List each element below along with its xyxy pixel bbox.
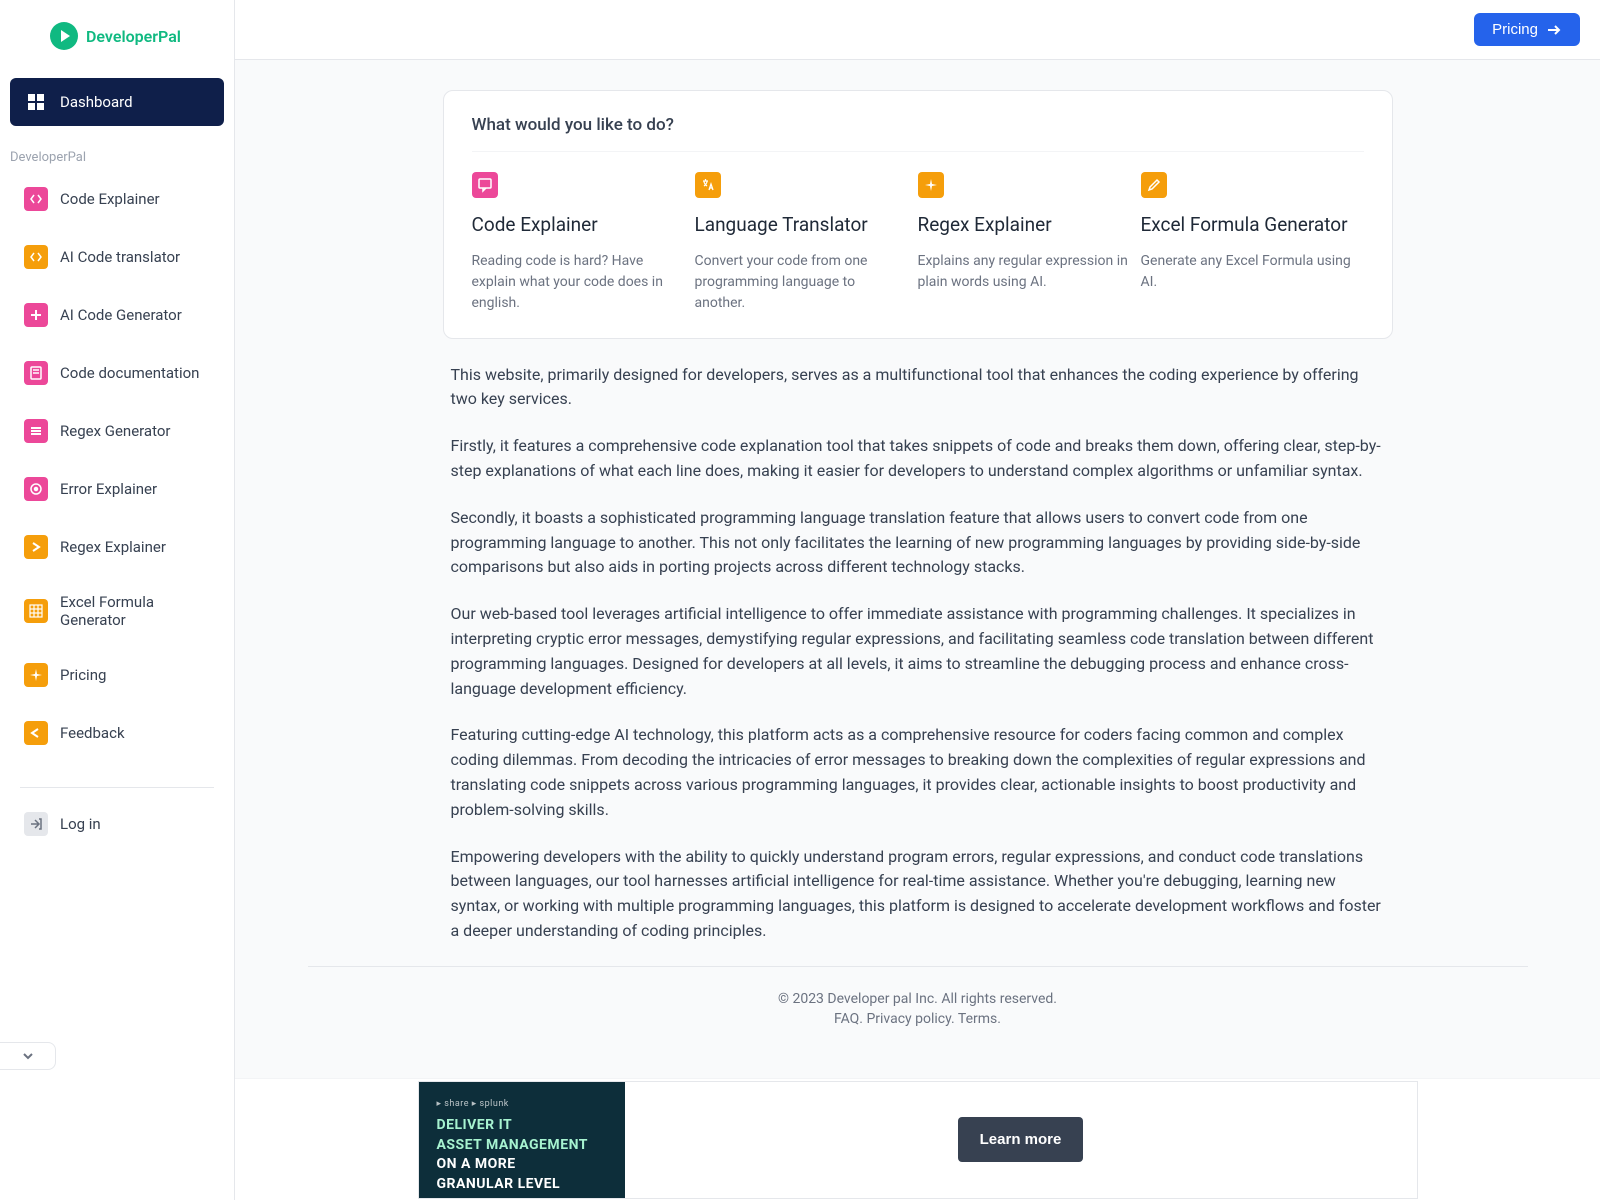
error-explainer-icon xyxy=(24,477,48,501)
footer-faq-link[interactable]: FAQ xyxy=(834,1011,859,1027)
features-card: What would you like to do? Code Explaine… xyxy=(443,90,1393,339)
ad-banner: ▸ share ▸ splunk DELIVER IT ASSET MANAGE… xyxy=(235,1078,1600,1200)
nav-pricing[interactable]: Pricing xyxy=(10,651,224,699)
pricing-icon xyxy=(24,663,48,687)
nav-label: AI Code Generator xyxy=(60,306,182,324)
nav-label: Regex Generator xyxy=(60,422,171,440)
chat-icon xyxy=(472,172,498,198)
nav-label: Excel Formula Generator xyxy=(60,593,210,629)
documentation-icon xyxy=(24,361,48,385)
ad-inner[interactable]: ▸ share ▸ splunk DELIVER IT ASSET MANAGE… xyxy=(418,1081,1418,1199)
feature-title: Excel Formula Generator xyxy=(1141,212,1354,239)
nav-label: Regex Explainer xyxy=(60,538,166,556)
nav-label: Code Explainer xyxy=(60,190,160,208)
nav-dashboard[interactable]: Dashboard xyxy=(10,78,224,126)
nav-label: Pricing xyxy=(60,666,106,684)
nav-error-explainer[interactable]: Error Explainer xyxy=(10,465,224,513)
feature-title: Code Explainer xyxy=(472,212,685,239)
feature-desc: Explains any regular expression in plain… xyxy=(918,251,1131,293)
feature-desc: Convert your code from one programming l… xyxy=(695,251,908,314)
code-translator-icon xyxy=(24,245,48,269)
topbar: Pricing xyxy=(235,0,1600,60)
nav-label: AI Code translator xyxy=(60,248,180,266)
nav-code-explainer[interactable]: Code Explainer xyxy=(10,175,224,223)
nav-regex-generator[interactable]: Regex Generator xyxy=(10,407,224,455)
login-icon xyxy=(24,812,48,836)
copyright: © 2023 Developer pal Inc. All rights res… xyxy=(308,991,1528,1007)
nav-label: Error Explainer xyxy=(60,480,157,498)
code-explainer-icon xyxy=(24,187,48,211)
regex-generator-icon xyxy=(24,419,48,443)
pencil-icon xyxy=(1141,172,1167,198)
feature-desc: Reading code is hard? Have explain what … xyxy=(472,251,685,314)
divider xyxy=(20,787,214,788)
chevron-down-icon xyxy=(20,1048,36,1064)
paragraph: This website, primarily designed for dev… xyxy=(451,363,1385,413)
pricing-label: Pricing xyxy=(1492,21,1538,38)
feature-desc: Generate any Excel Formula using AI. xyxy=(1141,251,1354,293)
description-paragraphs: This website, primarily designed for dev… xyxy=(443,363,1393,944)
paragraph: Secondly, it boasts a sophisticated prog… xyxy=(451,506,1385,580)
excel-icon xyxy=(24,599,48,623)
nav-login[interactable]: Log in xyxy=(10,800,224,848)
feature-title: Language Translator xyxy=(695,212,908,239)
main: Pricing What would you like to do? Code … xyxy=(235,0,1600,1200)
arrow-right-icon xyxy=(1546,22,1562,38)
translate-icon xyxy=(695,172,721,198)
nav-code-translator[interactable]: AI Code translator xyxy=(10,233,224,281)
feature-title: Regex Explainer xyxy=(918,212,1131,239)
paragraph: Empowering developers with the ability t… xyxy=(451,845,1385,944)
paragraph: Our web-based tool leverages artificial … xyxy=(451,602,1385,701)
feature-regex-explainer[interactable]: Regex Explainer Explains any regular exp… xyxy=(918,172,1141,314)
nav-label: Feedback xyxy=(60,724,125,742)
feature-code-explainer[interactable]: Code Explainer Reading code is hard? Hav… xyxy=(472,172,695,314)
nav-label: Log in xyxy=(60,815,101,833)
feedback-icon xyxy=(24,721,48,745)
nav-code-generator[interactable]: AI Code Generator xyxy=(10,291,224,339)
logo-text: DeveloperPal xyxy=(86,27,181,46)
paragraph: Featuring cutting-edge AI technology, th… xyxy=(451,723,1385,822)
code-generator-icon xyxy=(24,303,48,327)
content: What would you like to do? Code Explaine… xyxy=(235,60,1600,1078)
card-title: What would you like to do? xyxy=(472,115,1364,152)
sparkle-icon xyxy=(918,172,944,198)
feature-language-translator[interactable]: Language Translator Convert your code fr… xyxy=(695,172,918,314)
nav-label: Dashboard xyxy=(60,93,133,111)
nav-feedback[interactable]: Feedback xyxy=(10,709,224,757)
nav-code-documentation[interactable]: Code documentation xyxy=(10,349,224,397)
footer: © 2023 Developer pal Inc. All rights res… xyxy=(308,966,1528,1045)
nav-label: Code documentation xyxy=(60,364,199,382)
paragraph: Firstly, it features a comprehensive cod… xyxy=(451,434,1385,484)
pricing-button[interactable]: Pricing xyxy=(1474,13,1580,46)
footer-privacy-link[interactable]: Privacy policy xyxy=(866,1011,951,1027)
learn-more-button[interactable]: Learn more xyxy=(958,1117,1084,1162)
feature-excel-formula-generator[interactable]: Excel Formula Generator Generate any Exc… xyxy=(1141,172,1364,314)
section-label: DeveloperPal xyxy=(0,144,234,175)
dashboard-icon xyxy=(24,90,48,114)
logo-icon xyxy=(50,22,78,50)
footer-terms-link[interactable]: Terms xyxy=(958,1011,997,1027)
nav-regex-explainer[interactable]: Regex Explainer xyxy=(10,523,224,571)
regex-explainer-icon xyxy=(24,535,48,559)
nav-excel-formula-generator[interactable]: Excel Formula Generator xyxy=(10,581,224,641)
ad-image: ▸ share ▸ splunk DELIVER IT ASSET MANAGE… xyxy=(419,1082,625,1198)
expand-tab[interactable] xyxy=(0,1042,56,1070)
sidebar: DeveloperPal Dashboard DeveloperPal Code… xyxy=(0,0,235,1200)
logo[interactable]: DeveloperPal xyxy=(0,0,234,70)
